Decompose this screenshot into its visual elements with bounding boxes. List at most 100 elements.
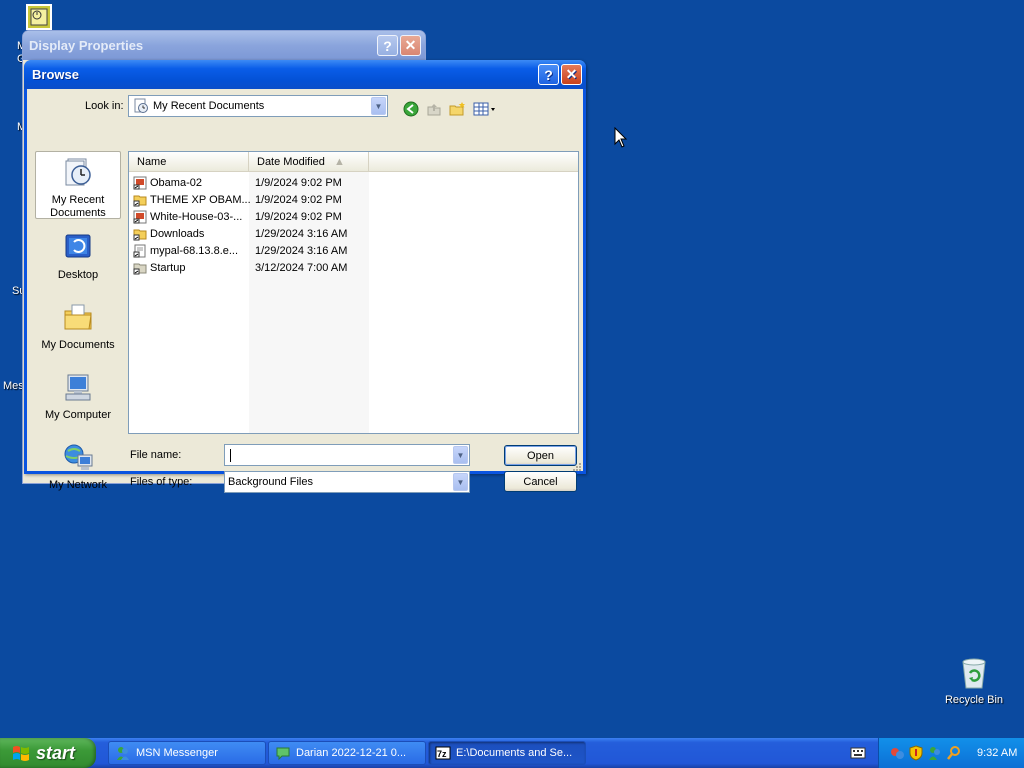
file-name-input[interactable]: ▼ <box>224 444 470 466</box>
recycle-bin[interactable]: Recycle Bin <box>940 656 1008 706</box>
keyboard-icon[interactable] <box>850 747 866 759</box>
place-desktop[interactable]: Desktop <box>35 227 121 287</box>
column-header-name[interactable]: Name <box>129 152 249 172</box>
desktop-icon-label[interactable]: Mes <box>3 380 24 392</box>
file-name: THEME XP OBAM... <box>150 193 250 206</box>
place-my-computer[interactable]: My Computer <box>35 367 121 427</box>
network-tray-icon[interactable] <box>889 745 905 761</box>
chevron-down-icon[interactable]: ▼ <box>453 446 468 464</box>
image-shortcut-icon <box>133 210 147 223</box>
file-row-white-house-03[interactable]: White-House-03-... 1/9/2024 9:02 PM <box>133 208 342 225</box>
task-label: Darian 2022-12-21 0... <box>296 747 407 759</box>
look-in-row: Look in: My Recent Documents ▼ <box>27 95 583 119</box>
browse-titlebar[interactable]: Browse ? ✕ <box>24 60 586 89</box>
file-name: Startup <box>150 261 186 274</box>
files-of-type-value: Background Files <box>228 476 313 488</box>
system-tray: 9:32 AM <box>878 738 1024 768</box>
back-icon[interactable] <box>402 100 420 118</box>
folder-shortcut-icon <box>133 263 147 274</box>
look-in-label: Look in: <box>85 100 124 112</box>
sort-ascending-icon: ▲ <box>333 156 345 168</box>
help-button[interactable]: ? <box>377 35 398 56</box>
recent-documents-icon <box>65 158 91 186</box>
look-in-value: My Recent Documents <box>153 100 265 112</box>
browse-client-area: Look in: My Recent Documents ▼ My Recent… <box>27 89 583 493</box>
close-button[interactable]: ✕ <box>561 64 582 85</box>
display-properties-titlebar[interactable]: Display Properties ? ✕ <box>23 31 425 60</box>
view-menu-icon[interactable] <box>473 100 497 118</box>
my-documents-icon <box>64 304 92 330</box>
file-name: Obama-02 <box>150 176 202 189</box>
close-button[interactable]: ✕ <box>400 35 421 56</box>
new-folder-icon[interactable] <box>449 100 467 118</box>
file-name: Downloads <box>150 227 205 240</box>
file-list[interactable]: Name Date Modified ▲ Obama-02 1/9/2024 9… <box>128 151 579 434</box>
file-list-header: Name Date Modified ▲ <box>129 152 578 172</box>
security-shield-icon[interactable] <box>908 745 924 761</box>
files-of-type-label: Files of type: <box>130 476 193 488</box>
taskbar: start MSN Messenger Darian 2022-12-21 0.… <box>0 738 1024 768</box>
cancel-button[interactable]: Cancel <box>504 471 577 492</box>
desktop-icon <box>65 234 91 258</box>
chevron-down-icon[interactable]: ▼ <box>453 473 468 491</box>
start-button[interactable]: start <box>0 738 96 768</box>
text-cursor <box>230 448 231 462</box>
file-row-theme-xp-obama[interactable]: THEME XP OBAM... 1/9/2024 9:02 PM <box>133 191 342 208</box>
open-button[interactable]: Open <box>504 445 577 466</box>
help-button[interactable]: ? <box>538 64 559 85</box>
place-my-recent-documents[interactable]: My Recent Documents <box>35 151 121 219</box>
taskbar-button-darian-chat[interactable]: Darian 2022-12-21 0... <box>268 741 426 765</box>
desktop-shortcut-icon[interactable] <box>26 4 52 30</box>
place-label: My Documents <box>41 339 115 351</box>
folder-shortcut-icon <box>133 229 147 240</box>
image-shortcut-icon <box>133 176 147 189</box>
browse-dialog: Browse ? ✕ Look in: My Recent Documents … <box>24 60 586 493</box>
place-label: My Computer <box>44 409 112 421</box>
task-label: E:\Documents and Se... <box>456 747 573 759</box>
file-date: 1/9/2024 9:02 PM <box>255 176 342 189</box>
display-properties-title: Display Properties <box>29 38 144 53</box>
browse-title: Browse <box>32 67 79 82</box>
look-in-dropdown[interactable]: My Recent Documents ▼ <box>128 95 388 117</box>
messenger-tray-icon[interactable] <box>927 745 943 761</box>
recycle-bin-icon <box>962 658 986 689</box>
file-name: White-House-03-... <box>150 210 243 223</box>
7zip-icon: 7z <box>435 746 451 760</box>
place-label: My Network <box>48 479 108 491</box>
place-label: Desktop <box>57 269 99 281</box>
msn-messenger-icon <box>117 747 129 760</box>
place-my-documents[interactable]: My Documents <box>35 297 121 357</box>
file-row-downloads[interactable]: Downloads 1/29/2024 3:16 AM <box>133 225 347 242</box>
my-computer-icon <box>65 374 91 401</box>
column-header-date-modified[interactable]: Date Modified ▲ <box>249 152 369 172</box>
taskbar-button-msn-messenger[interactable]: MSN Messenger <box>108 741 266 765</box>
task-label: MSN Messenger <box>136 747 218 759</box>
file-date: 3/12/2024 7:00 AM <box>255 261 348 274</box>
mouse-cursor-icon <box>614 127 628 148</box>
file-date: 1/29/2024 3:16 AM <box>255 227 348 240</box>
start-label: start <box>36 742 76 763</box>
messenger-chat-icon <box>276 747 290 761</box>
file-row-obama-02[interactable]: Obama-02 1/9/2024 9:02 PM <box>133 174 342 191</box>
file-date: 1/29/2024 3:16 AM <box>255 244 348 257</box>
search-icon[interactable] <box>946 745 962 761</box>
windows-logo-icon <box>13 746 29 761</box>
up-folder-icon[interactable] <box>425 100 443 118</box>
place-my-network[interactable]: My Network <box>35 437 121 497</box>
file-row-startup[interactable]: Startup 3/12/2024 7:00 AM <box>133 259 347 276</box>
clock[interactable]: 9:32 AM <box>977 747 1017 759</box>
resize-grip-icon[interactable] <box>572 462 582 472</box>
files-of-type-dropdown[interactable]: Background Files ▼ <box>224 471 470 493</box>
my-network-icon <box>64 444 93 470</box>
file-name-label: File name: <box>130 449 182 461</box>
recent-documents-icon <box>134 98 148 113</box>
places-bar: My Recent Documents Desktop My Documents <box>35 151 121 493</box>
chevron-down-icon[interactable]: ▼ <box>371 97 386 115</box>
file-row-mypal[interactable]: mypal-68.13.8.e... 1/29/2024 3:16 AM <box>133 242 347 259</box>
svg-text:7z: 7z <box>437 749 447 759</box>
file-name: mypal-68.13.8.e... <box>150 244 239 257</box>
place-label: My Recent Documents <box>50 194 106 219</box>
folder-shortcut-icon <box>133 195 147 206</box>
file-date: 1/9/2024 9:02 PM <box>255 210 342 223</box>
taskbar-button-7zip[interactable]: 7z E:\Documents and Se... <box>428 741 586 765</box>
